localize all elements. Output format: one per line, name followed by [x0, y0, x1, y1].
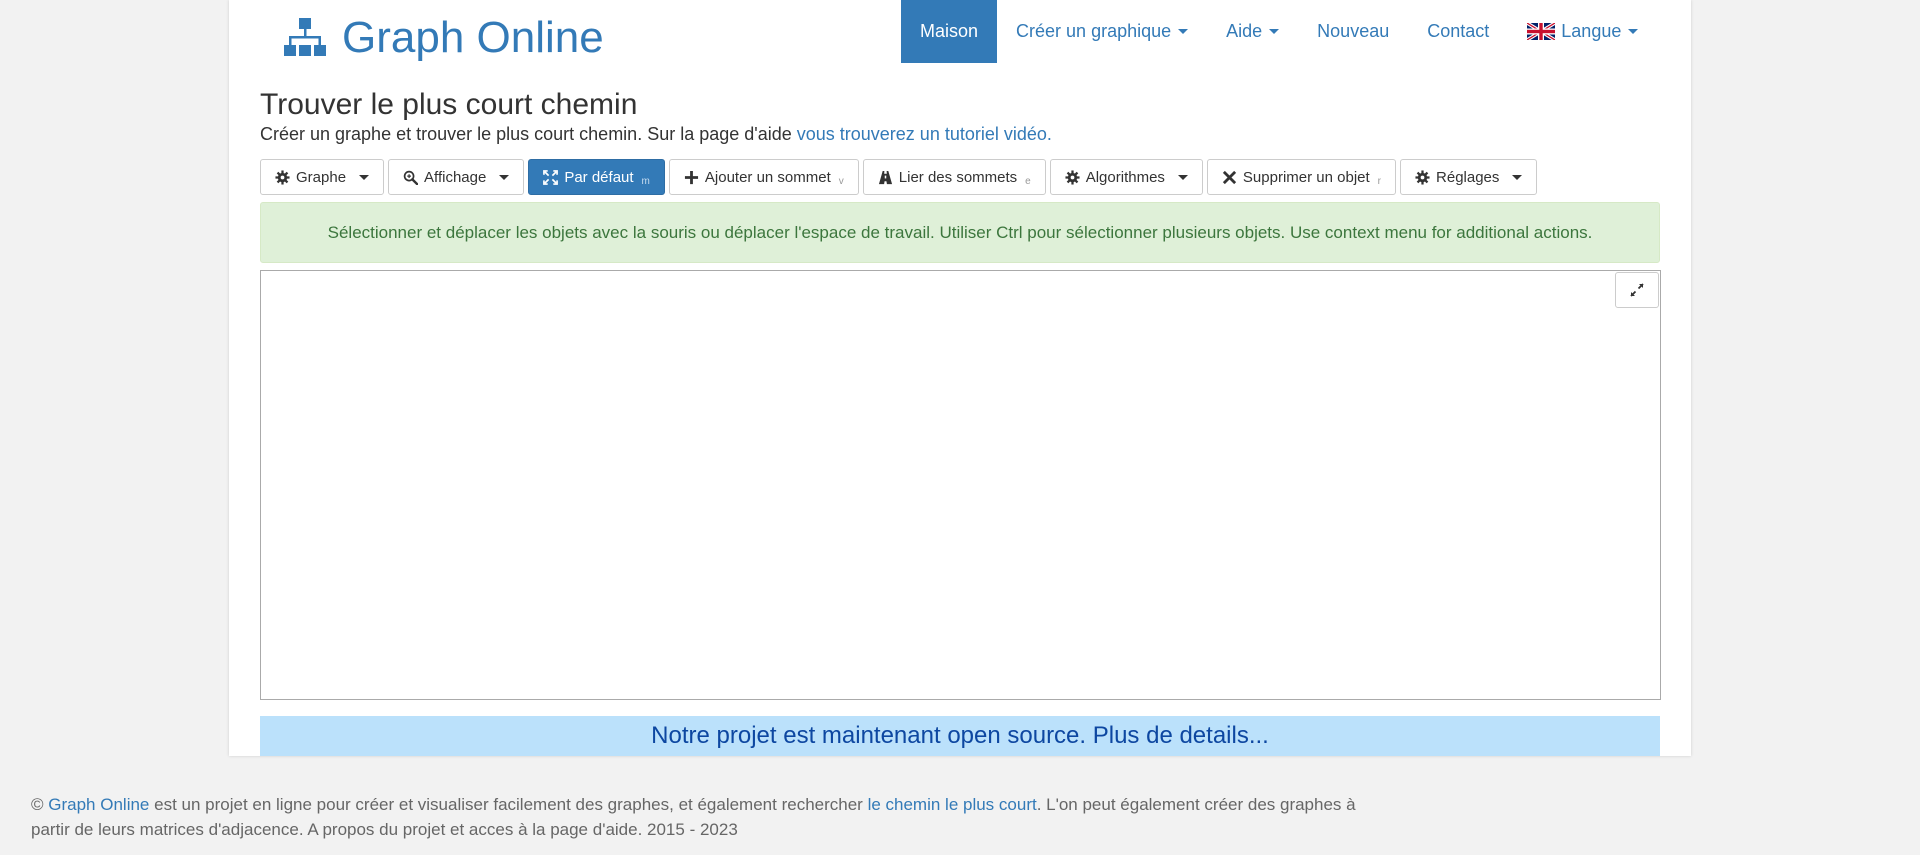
open-source-banner[interactable]: Notre projet est maintenant open source.…: [260, 716, 1660, 756]
zoom-icon: [403, 170, 419, 185]
info-alert: Sélectionner et déplacer les objets avec…: [260, 202, 1660, 263]
footer-text: . L'on peut également créer des graphes …: [1036, 795, 1356, 814]
move-icon: [543, 169, 559, 185]
page-title: Trouver le plus court chemin: [260, 88, 638, 121]
connect-vertices-label: Lier des sommets: [898, 168, 1018, 186]
footer-line-2: partir de leurs matrices d'adjacence. A …: [31, 820, 738, 839]
hotkey-hint: e: [1025, 175, 1031, 187]
nav-item-label: Aide: [1226, 21, 1263, 41]
add-vertex-button[interactable]: Ajouter un sommet v: [668, 159, 859, 195]
nav-item-language[interactable]: Langue: [1508, 0, 1657, 63]
footer-line-1: © Graph Online est un projet en ligne po…: [31, 792, 1451, 817]
default-mode-label: Par défaut: [564, 168, 634, 186]
page-panel: Graph Online Maison Créer un graphique A…: [229, 0, 1691, 756]
sitemap-icon: [284, 18, 326, 56]
caret-down-icon: [359, 174, 370, 180]
main-nav: Maison Créer un graphique Aide Nouveau C…: [901, 0, 1657, 63]
page-subtitle: Créer un graphe et trouver le plus court…: [260, 124, 1052, 145]
close-icon: [1222, 170, 1237, 184]
graph-menu-button[interactable]: Graphe: [260, 159, 385, 195]
algorithms-menu-label: Algorithmes: [1085, 168, 1165, 186]
nav-item-label: Nouveau: [1317, 21, 1390, 41]
uk-flag-icon: [1527, 23, 1556, 40]
footer-text: est un projet en ligne pour créer et vis…: [149, 795, 868, 814]
connect-vertices-button[interactable]: Lier des sommets e: [862, 159, 1046, 195]
toolbar: Graphe Affichage Par défaut m Ajouter un…: [260, 159, 1538, 195]
footer-brand-link[interactable]: Graph Online: [48, 795, 149, 814]
delete-object-button[interactable]: Supprimer un objet r: [1206, 159, 1397, 195]
nav-item-label: Langue: [1561, 21, 1622, 41]
add-vertex-label: Ajouter un sommet: [704, 168, 831, 186]
caret-down-icon: [1177, 174, 1188, 180]
plus-icon: [684, 170, 698, 184]
open-source-banner-text: Notre projet est maintenant open source.…: [651, 722, 1269, 749]
nav-item-new[interactable]: Nouveau: [1298, 0, 1408, 63]
brand-title: Graph Online: [342, 13, 604, 62]
info-alert-text: Sélectionner et déplacer les objets avec…: [327, 222, 1593, 242]
shortest-path-link[interactable]: le chemin le plus court: [868, 795, 1037, 814]
caret-down-icon: [499, 174, 510, 180]
nav-item-label: Créer un graphique: [1016, 21, 1172, 41]
footer: © Graph Online est un projet en ligne po…: [31, 792, 1451, 842]
caret-down-icon: [1628, 29, 1639, 34]
nav-item-label: Maison: [920, 21, 979, 41]
algorithms-menu-button[interactable]: Algorithmes: [1049, 159, 1203, 195]
expand-icon: [1630, 283, 1644, 297]
subtitle-text: Créer un graphe et trouver le plus court…: [260, 124, 797, 144]
road-icon: [878, 170, 892, 184]
gear-icon: [1065, 169, 1080, 185]
nav-item-create-graph[interactable]: Créer un graphique: [997, 0, 1207, 63]
graph-canvas[interactable]: [260, 270, 1661, 700]
delete-object-label: Supprimer un objet: [1242, 168, 1370, 186]
settings-menu-label: Réglages: [1436, 168, 1500, 186]
graph-menu-label: Graphe: [296, 168, 347, 186]
caret-down-icon: [1512, 174, 1523, 180]
caret-down-icon: [1178, 29, 1189, 34]
brand-logo-link[interactable]: Graph Online: [284, 14, 604, 62]
tutorial-video-link[interactable]: vous trouverez un tutoriel vidéo.: [797, 124, 1052, 144]
view-menu-button[interactable]: Affichage: [388, 159, 525, 195]
view-menu-label: Affichage: [424, 168, 487, 186]
caret-down-icon: [1269, 29, 1280, 34]
fullscreen-button[interactable]: [1615, 272, 1659, 308]
hotkey-hint: v: [838, 175, 844, 187]
default-mode-button[interactable]: Par défaut m: [528, 159, 665, 195]
nav-item-maison[interactable]: Maison: [901, 0, 998, 63]
gear-icon: [1415, 169, 1430, 185]
nav-item-label: Contact: [1427, 21, 1490, 41]
hotkey-hint: m: [641, 175, 650, 187]
hotkey-hint: r: [1377, 175, 1382, 187]
nav-item-help[interactable]: Aide: [1207, 0, 1298, 63]
copyright-symbol: ©: [31, 795, 44, 814]
nav-item-contact[interactable]: Contact: [1408, 0, 1508, 63]
settings-menu-button[interactable]: Réglages: [1400, 159, 1538, 195]
gear-icon: [275, 169, 290, 185]
